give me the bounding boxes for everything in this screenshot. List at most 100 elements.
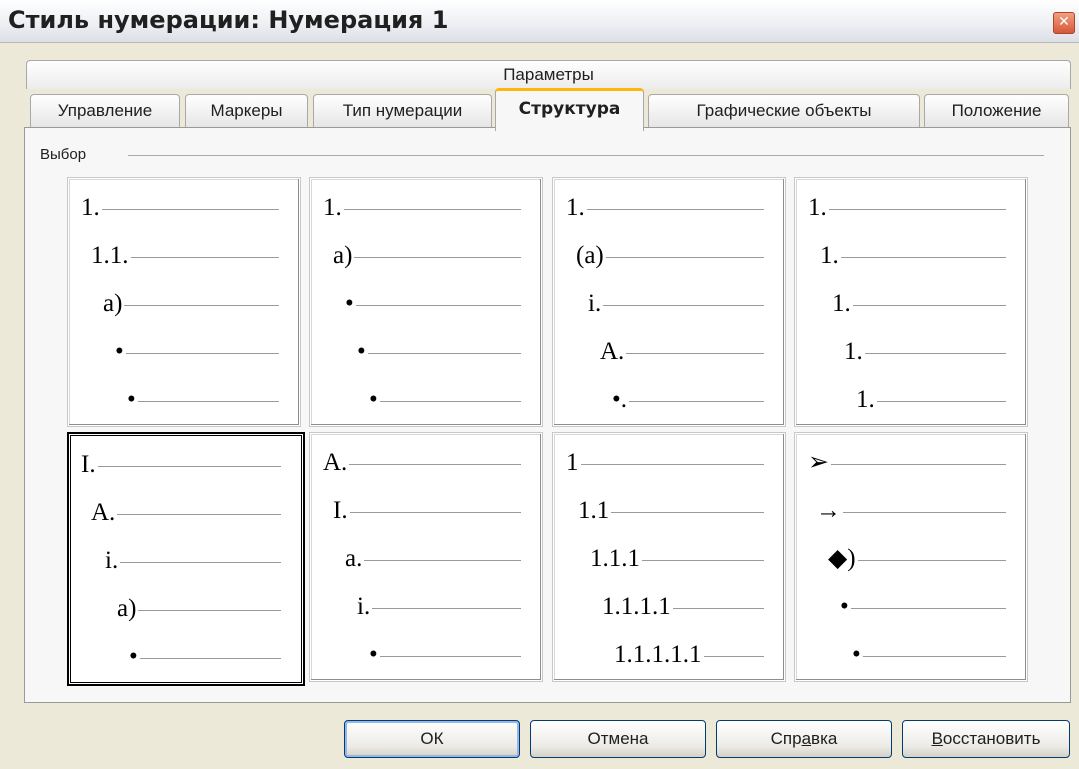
tab-bullets[interactable]: Маркеры [185, 94, 308, 127]
preset-level-line [853, 305, 1006, 306]
preset-level-line [117, 514, 281, 515]
preset-level-label: 1. [820, 242, 839, 269]
preset-level-line [843, 512, 1006, 513]
preset-level-line [124, 305, 279, 306]
preset-level-label: • [369, 386, 378, 413]
preset-level-line [581, 464, 764, 465]
help-button[interactable]: Справка [716, 720, 892, 758]
preset-level-line [380, 656, 521, 657]
selection-group-label: Выбор [40, 146, 93, 163]
preset-level-label: 1.1.1.1 [602, 593, 671, 620]
outline-preset-5[interactable]: I. A. i. a) • [68, 433, 304, 685]
preset-level-line [138, 610, 281, 611]
ok-button[interactable]: ОК [344, 720, 520, 758]
preset-level-label: ◆) [828, 545, 856, 572]
preset-level-line [131, 257, 279, 258]
preset-level-label: i. [588, 290, 602, 317]
preset-level-label: • [852, 641, 861, 668]
preset-level-label: (a) [576, 242, 604, 269]
outline-preset-3[interactable]: 1. (a) i. A. •. [553, 178, 785, 426]
cancel-button[interactable]: Отмена [530, 720, 706, 758]
preset-level-label: • [345, 290, 354, 317]
preset-level-label: 1. [832, 290, 851, 317]
preset-level-line [364, 560, 521, 561]
preset-level-label: 1.1 [578, 497, 610, 524]
reset-label-end: осстановить [942, 729, 1041, 748]
preset-level-line [354, 257, 521, 258]
preset-level-label: 1. [323, 194, 342, 221]
preset-level-line [851, 608, 1006, 609]
tab-graphics[interactable]: Графические объекты [648, 94, 920, 127]
window-title: Стиль нумерации: Нумерация 1 [8, 6, 449, 34]
preset-level-label: a) [333, 242, 353, 269]
preset-level-label: i. [357, 593, 371, 620]
preset-level-label: a) [103, 290, 123, 317]
preset-level-line [368, 353, 521, 354]
tab-management[interactable]: Управление [30, 94, 180, 127]
outline-preset-2[interactable]: 1. a) • • • [310, 178, 542, 426]
close-icon[interactable]: ✕ [1053, 12, 1075, 34]
preset-level-label: a. [345, 545, 363, 572]
preset-level-label: •. [612, 386, 628, 413]
outline-preset-8[interactable]: ➢ → ◆) • • [795, 433, 1027, 681]
title-bar: Стиль нумерации: Нумерация 1 ✕ [0, 0, 1079, 43]
preset-level-label: a) [117, 595, 137, 622]
preset-level-line [829, 209, 1006, 210]
preset-level-label: 1.1.1 [590, 545, 640, 572]
preset-level-label: 1.1.1.1.1 [614, 641, 702, 668]
help-label-end: вка [811, 729, 838, 748]
preset-level-line [629, 401, 764, 402]
preset-level-label: • [127, 386, 136, 413]
preset-level-line [858, 560, 1006, 561]
preset-level-line [126, 353, 279, 354]
preset-level-line [841, 257, 1006, 258]
preset-level-label: A. [91, 499, 116, 526]
preset-level-line [626, 353, 764, 354]
preset-level-line [863, 656, 1006, 657]
preset-level-line [587, 209, 764, 210]
preset-level-line [877, 401, 1006, 402]
preset-level-label: I. [333, 497, 348, 524]
preset-level-label: 1. [808, 194, 827, 221]
preset-level-label: 1.1. [91, 242, 129, 269]
preset-level-line [344, 209, 521, 210]
reset-button[interactable]: Восстановить [902, 720, 1070, 758]
preset-level-label: • [357, 338, 366, 365]
preset-level-line [356, 305, 521, 306]
outline-preset-4[interactable]: 1. 1. 1. 1. 1. [795, 178, 1027, 426]
preset-level-line [673, 608, 764, 609]
group-divider [128, 155, 1044, 156]
preset-level-label: 1. [844, 338, 863, 365]
preset-level-line [611, 512, 764, 513]
preset-level-label: ➢ [808, 449, 829, 476]
help-label-start: Спр [770, 729, 802, 748]
preset-level-line [865, 353, 1006, 354]
tab-outline[interactable]: Структура [495, 88, 644, 131]
preset-level-label: • [840, 593, 849, 620]
preset-level-line [140, 658, 281, 659]
outline-preset-7[interactable]: 1 1.1 1.1.1 1.1.1.1 1.1.1.1.1 [553, 433, 785, 681]
preset-level-line [349, 464, 521, 465]
preset-level-label: • [129, 643, 138, 670]
preset-level-line [98, 466, 281, 467]
preset-level-label: 1. [566, 194, 585, 221]
outline-preset-6[interactable]: A. I. a. i. • [310, 433, 542, 681]
preset-level-line [704, 656, 764, 657]
preset-level-label: • [115, 338, 124, 365]
preset-level-line [350, 512, 521, 513]
help-mnemonic: а [801, 729, 812, 748]
preset-level-label: 1 [566, 449, 579, 476]
preset-level-line [380, 401, 521, 402]
outline-preset-1[interactable]: 1. 1.1. a) • • [68, 178, 300, 426]
tab-parameters[interactable]: Параметры [26, 60, 1071, 89]
preset-level-line [606, 257, 764, 258]
preset-level-line [642, 560, 764, 561]
tab-numbering-type[interactable]: Тип нумерации [313, 94, 492, 127]
preset-level-label: i. [105, 547, 119, 574]
preset-level-label: → [816, 497, 841, 524]
preset-level-label: • [369, 641, 378, 668]
tab-position[interactable]: Положение [924, 94, 1069, 127]
preset-level-line [831, 464, 1006, 465]
preset-level-line [603, 305, 764, 306]
preset-level-label: A. [323, 449, 348, 476]
